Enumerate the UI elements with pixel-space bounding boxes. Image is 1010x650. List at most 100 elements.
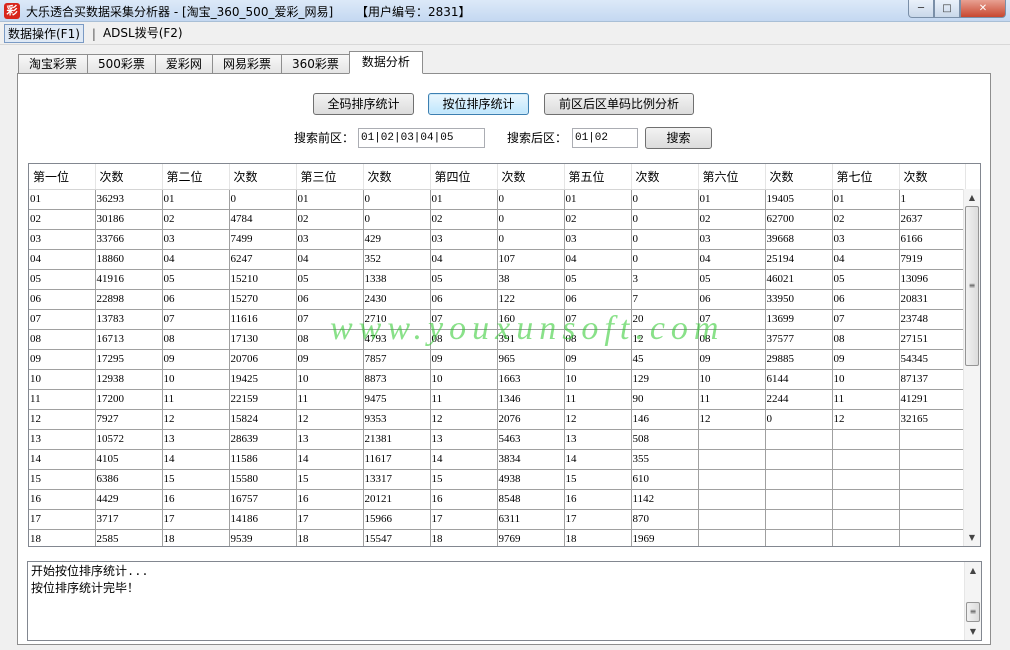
column-header[interactable]: 次数 (229, 164, 297, 190)
table-cell: 18 (564, 529, 632, 546)
results-table: 第一位 次数 第二位 次数 第三位 次数 第四位 次数 第五位 次数 第六位 次数 第七位 次数 01 36… (29, 164, 966, 546)
table-cell: 87137 (899, 369, 966, 390)
table-cell: 11586 (229, 449, 297, 470)
table-cell: 2637 (899, 209, 966, 230)
column-header[interactable]: 次数 (765, 164, 833, 190)
scroll-up-arrow-icon[interactable]: ▲ (965, 562, 981, 579)
minimize-button[interactable]: ─ (908, 0, 934, 18)
tab-data-analysis[interactable]: 数据分析 (348, 51, 423, 74)
menu-adsl-dial[interactable]: ADSL拨号(F2) (100, 24, 186, 43)
table-cell: 01 (698, 189, 766, 210)
table-row[interactable]: 04 18860 04 6247 04 352 04 107 04 0 04 25194 04 7919 (29, 249, 966, 270)
column-header[interactable]: 次数 (363, 164, 431, 190)
table-cell: 0 (631, 249, 699, 270)
table-row[interactable]: 12 7927 12 15824 12 9353 12 2076 12 146 12 0 12 32165 (29, 409, 966, 430)
table-cell: 15210 (229, 269, 297, 290)
table-cell: 11 (430, 389, 498, 410)
results-grid[interactable]: 第一位 次数 第二位 次数 第三位 次数 第四位 次数 第五位 次数 第六位 次数 第七位 次数 01 36… (28, 163, 981, 547)
table-cell: 18 (29, 529, 96, 546)
table-cell: 08 (296, 329, 364, 350)
table-cell: 5463 (497, 429, 565, 450)
log-textarea[interactable]: 开始按位排序统计... 按位排序统计完毕！ ▲ ≡ ▼ (27, 561, 982, 641)
column-header[interactable]: 第一位 (29, 164, 96, 190)
table-row[interactable]: 10 12938 10 19425 10 8873 10 1663 10 129 10 6144 10 8… (29, 369, 966, 390)
table-cell: 05 (832, 269, 900, 290)
table-row[interactable]: 17 3717 17 14186 17 15966 17 6311 17 870 (29, 509, 966, 530)
table-cell (832, 509, 900, 530)
table-row[interactable]: 18 2585 18 9539 18 15547 18 9769 18 1969 (29, 529, 966, 546)
scroll-down-arrow-icon[interactable]: ▼ (964, 529, 980, 546)
table-row[interactable]: 08 16713 08 17130 08 4793 08 391 08 12 08 37577 08 27… (29, 329, 966, 350)
tab-taobao[interactable]: 淘宝彩票 (18, 54, 89, 74)
column-header[interactable]: 第三位 (296, 164, 364, 190)
table-cell: 9769 (497, 529, 565, 546)
column-header[interactable]: 次数 (899, 164, 966, 190)
table-cell: 8873 (363, 369, 431, 390)
menu-data-operations[interactable]: 数据操作(F1) (4, 24, 84, 43)
table-row[interactable]: 09 17295 09 20706 09 7857 09 965 09 45 09 29885 09 54… (29, 349, 966, 370)
scroll-down-arrow-icon[interactable]: ▼ (965, 623, 981, 640)
table-cell: 03 (29, 229, 96, 250)
table-row[interactable]: 14 4105 14 11586 14 11617 14 3834 14 355 (29, 449, 966, 470)
full-sort-button[interactable]: 全码排序统计 (313, 93, 414, 115)
table-cell: 15547 (363, 529, 431, 546)
position-sort-button[interactable]: 按位排序统计 (428, 93, 529, 115)
search-button[interactable]: 搜索 (645, 127, 712, 149)
table-cell: 03 (832, 229, 900, 250)
ratio-analysis-button[interactable]: 前区后区单码比例分析 (544, 93, 694, 115)
table-row[interactable]: 13 10572 13 28639 13 21381 13 5463 13 508 (29, 429, 966, 450)
table-cell: 10 (29, 369, 96, 390)
column-header[interactable]: 第四位 (430, 164, 498, 190)
tab-netease[interactable]: 网易彩票 (211, 54, 282, 74)
column-header[interactable]: 第五位 (564, 164, 632, 190)
grid-vertical-scrollbar[interactable]: ▲ ≡ ▼ (963, 189, 980, 546)
table-row[interactable]: 15 6386 15 15580 15 13317 15 4938 15 610 (29, 469, 966, 490)
window-title: 大乐透合买数据采集分析器 - [淘宝_360_500_爱彩_网易] 【用户编号：… (26, 5, 471, 19)
table-row[interactable]: 11 17200 11 22159 11 9475 11 1346 11 90 11 2244 11 41… (29, 389, 966, 410)
table-cell: 07 (832, 309, 900, 330)
close-button[interactable]: ✕ (960, 0, 1006, 18)
table-cell: 12 (564, 409, 632, 430)
column-header[interactable]: 第七位 (832, 164, 900, 190)
scroll-thumb[interactable]: ≡ (965, 206, 979, 366)
scroll-thumb[interactable]: ≡ (966, 602, 980, 622)
table-row[interactable]: 02 30186 02 4784 02 0 02 0 02 0 02 62700 02 2637 (29, 209, 966, 230)
table-cell: 05 (564, 269, 632, 290)
table-cell: 04 (698, 249, 766, 270)
table-cell: 9353 (363, 409, 431, 430)
table-cell (832, 429, 900, 450)
table-cell: 07 (29, 309, 96, 330)
tab-aicai[interactable]: 爱彩网 (154, 54, 213, 74)
column-header[interactable]: 第六位 (698, 164, 766, 190)
table-cell: 1969 (631, 529, 699, 546)
column-header[interactable]: 次数 (631, 164, 699, 190)
table-cell: 14186 (229, 509, 297, 530)
table-cell: 15580 (229, 469, 297, 490)
tab-500[interactable]: 500彩票 (87, 54, 156, 74)
table-row[interactable]: 07 13783 07 11616 07 2710 07 160 07 20 07 13699 07 23… (29, 309, 966, 330)
table-cell: 12938 (95, 369, 163, 390)
table-cell: 08 (698, 329, 766, 350)
table-cell: 11 (162, 389, 230, 410)
table-cell: 1663 (497, 369, 565, 390)
table-cell: 16 (162, 489, 230, 510)
search-front-input[interactable]: 01|02|03|04|05 (358, 128, 485, 148)
table-cell: 06 (698, 289, 766, 310)
log-vertical-scrollbar[interactable]: ▲ ≡ ▼ (964, 562, 981, 640)
column-header[interactable]: 第二位 (162, 164, 230, 190)
table-row[interactable]: 05 41916 05 15210 05 1338 05 38 05 3 05 46021 05 1309… (29, 269, 966, 290)
search-back-input[interactable]: 01|02 (572, 128, 638, 148)
table-row[interactable]: 01 36293 01 0 01 0 01 0 01 0 01 19405 01 1 (29, 189, 966, 210)
column-header[interactable]: 次数 (497, 164, 565, 190)
table-row[interactable]: 03 33766 03 7499 03 429 03 0 03 0 03 39668 03 6166 (29, 229, 966, 250)
maximize-button[interactable]: □ (934, 0, 960, 18)
table-cell: 39668 (765, 229, 833, 250)
table-row[interactable]: 16 4429 16 16757 16 20121 16 8548 16 1142 (29, 489, 966, 510)
tab-360[interactable]: 360彩票 (280, 54, 350, 74)
table-row[interactable]: 06 22898 06 15270 06 2430 06 122 06 7 06 33950 06 208… (29, 289, 966, 310)
table-cell: 2076 (497, 409, 565, 430)
scroll-up-arrow-icon[interactable]: ▲ (964, 189, 980, 206)
table-cell (832, 489, 900, 510)
table-cell: 54345 (899, 349, 966, 370)
column-header[interactable]: 次数 (95, 164, 163, 190)
